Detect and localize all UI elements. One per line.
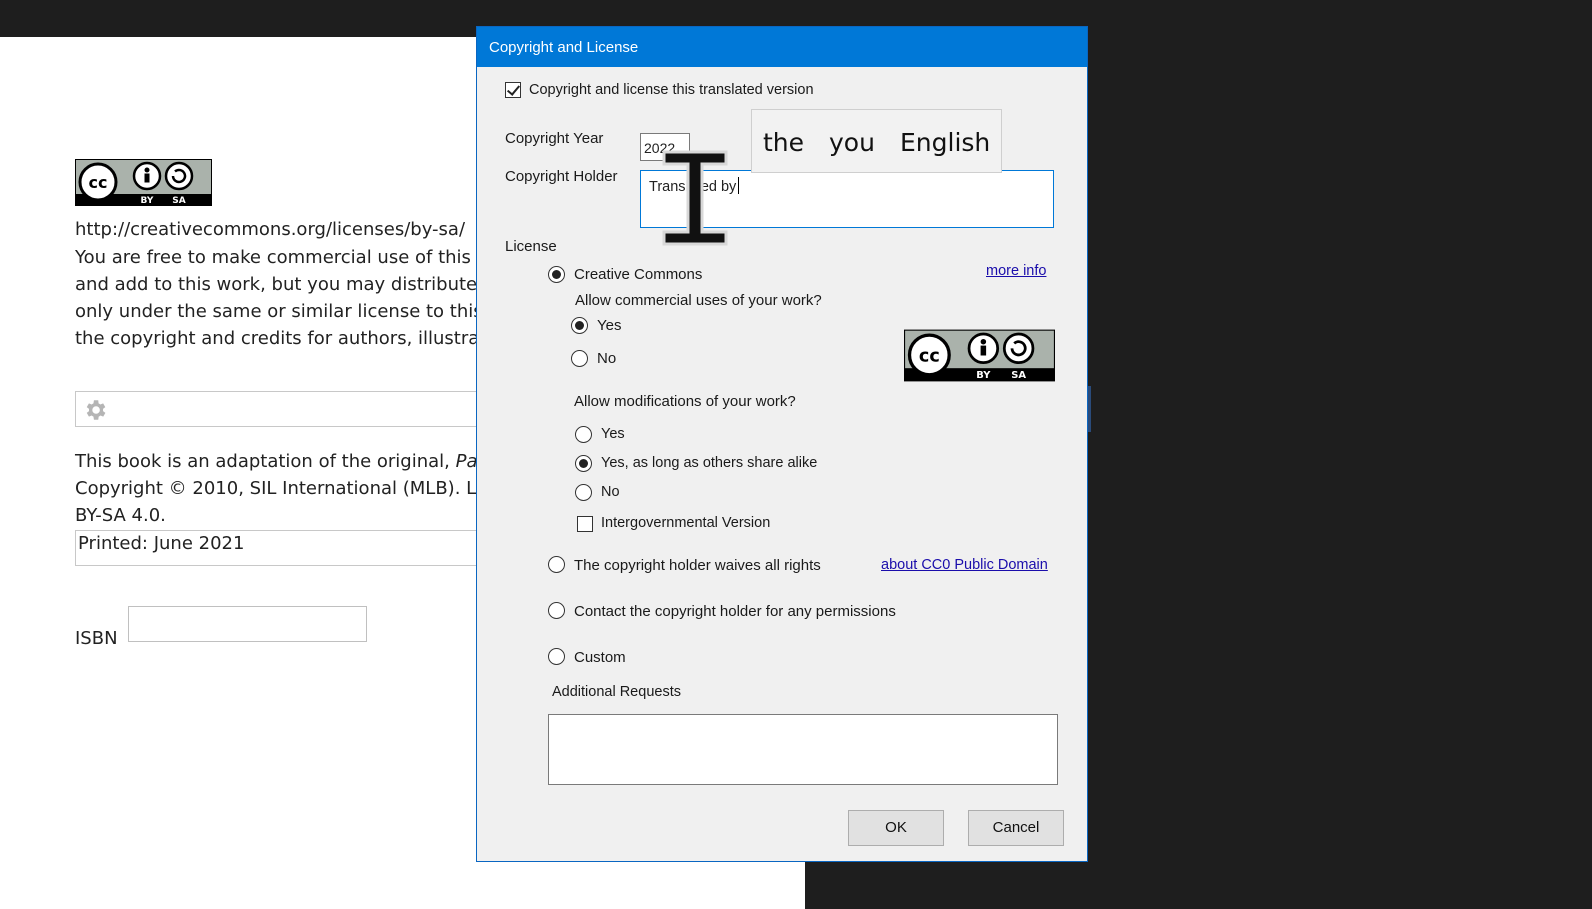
sa-text: SA [1011, 370, 1026, 381]
by-text: BY [141, 196, 154, 206]
copyright-year-label: Copyright Year [505, 130, 604, 147]
commercial-no-label[interactable]: No [597, 350, 616, 367]
sa-text: SA [172, 196, 185, 206]
suggestion-item[interactable]: you [829, 128, 875, 157]
creative-commons-label[interactable]: Creative Commons [574, 266, 702, 283]
window-edge [1088, 386, 1091, 432]
creative-commons-radio[interactable] [548, 266, 565, 283]
cc0-info-link[interactable]: about CC0 Public Domain [881, 557, 1048, 573]
custom-label[interactable]: Custom [574, 649, 626, 666]
waives-rights-radio[interactable] [548, 556, 565, 573]
suggestion-item[interactable]: the [763, 128, 804, 157]
license-text-line: the copyright and credits for authors, i… [75, 328, 480, 349]
edit-field-box[interactable] [75, 391, 495, 427]
commercial-yes-radio[interactable] [571, 317, 588, 334]
commercial-no-radio[interactable] [571, 350, 588, 367]
modifications-no-radio[interactable] [575, 484, 592, 501]
license-text-line: only under the same or similar license t… [75, 301, 483, 322]
cc-text: cc [89, 173, 108, 192]
copyright-holder-label: Copyright Holder [505, 168, 618, 185]
cc-by-sa-badge: cc BY SA [904, 329, 1055, 382]
license-text-line: and add to this work, but you may distri… [75, 274, 478, 295]
isbn-label: ISBN [75, 628, 118, 649]
more-info-link[interactable]: more info [986, 263, 1046, 279]
modifications-no-label[interactable]: No [601, 484, 620, 500]
modifications-share-alike-radio[interactable] [575, 455, 592, 472]
intergovernmental-label[interactable]: Intergovernmental Version [601, 515, 770, 531]
adaptation-line: This book is an adaptation of the origin… [75, 451, 478, 472]
autocomplete-suggestions: the you English [751, 109, 1002, 173]
cancel-button[interactable]: Cancel [968, 810, 1064, 846]
adaptation-line: BY-SA 4.0. [75, 505, 166, 526]
waives-rights-label[interactable]: The copyright holder waives all rights [574, 557, 821, 574]
contact-holder-label[interactable]: Contact the copyright holder for any per… [574, 603, 896, 620]
by-text: BY [976, 370, 991, 381]
commercial-question: Allow commercial uses of your work? [575, 292, 822, 309]
license-text-line: You are free to make commercial use of t… [75, 247, 492, 268]
copyright-translated-checkbox[interactable] [505, 82, 521, 98]
suggestion-item[interactable]: English [900, 128, 990, 157]
adaptation-line: Copyright © 2010, SIL International (MLB… [75, 478, 477, 499]
license-label: License [505, 238, 557, 255]
copyright-translated-label[interactable]: Copyright and license this translated ve… [529, 82, 814, 98]
custom-radio[interactable] [548, 648, 565, 665]
isbn-input[interactable] [128, 606, 367, 642]
text-caret [738, 177, 740, 194]
cc-by-sa-badge[interactable]: cc BY SA [75, 159, 212, 206]
commercial-yes-label[interactable]: Yes [597, 317, 621, 334]
license-url: http://creativecommons.org/licenses/by-s… [75, 219, 466, 240]
additional-requests-input[interactable] [548, 714, 1058, 785]
ibeam-cursor-icon [662, 150, 728, 246]
modifications-yes-radio[interactable] [575, 426, 592, 443]
modifications-share-alike-label[interactable]: Yes, as long as others share alike [601, 455, 817, 471]
ok-button[interactable]: OK [848, 810, 944, 846]
additional-requests-label: Additional Requests [552, 684, 681, 700]
cc-text: cc [919, 347, 940, 367]
modifications-question: Allow modifications of your work? [574, 393, 796, 410]
modifications-yes-label[interactable]: Yes [601, 426, 625, 442]
contact-holder-radio[interactable] [548, 602, 565, 619]
gear-icon[interactable] [82, 397, 108, 423]
intergovernmental-checkbox[interactable] [577, 516, 593, 532]
original-title-italic: Pa [455, 451, 478, 472]
dialog-title: Copyright and License [477, 27, 1087, 67]
printed-date: Printed: June 2021 [75, 530, 495, 566]
